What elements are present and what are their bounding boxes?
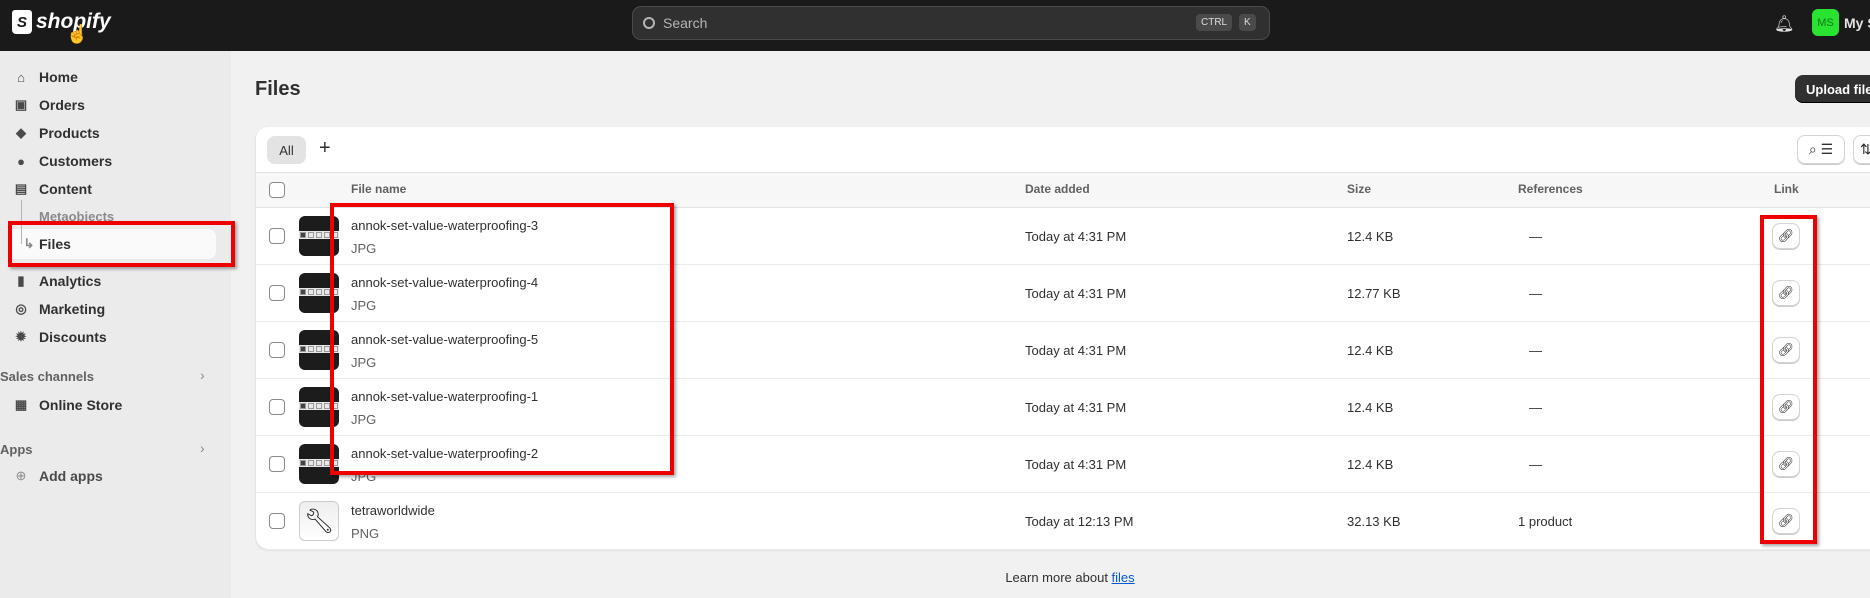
- tab-all[interactable]: All: [267, 136, 306, 164]
- bell-icon[interactable]: 🔔︎: [1774, 14, 1794, 34]
- home-icon: ⌂: [17, 69, 25, 85]
- row-checkbox[interactable]: [269, 456, 285, 472]
- sort-icon: ⇅: [1860, 141, 1870, 157]
- target-icon: ◎: [15, 301, 27, 316]
- shortcut-k: K: [1239, 14, 1256, 31]
- file-size: 12.4 KB: [1347, 229, 1394, 244]
- search-icon: [643, 17, 655, 29]
- hand-cursor-icon: ☝: [66, 24, 89, 44]
- learn-more: Learn more about files: [0, 570, 1870, 585]
- file-size: 12.4 KB: [1347, 457, 1394, 472]
- person-icon: ●: [17, 153, 25, 169]
- upload-files-button[interactable]: Upload files: [1795, 75, 1870, 103]
- chevron-right-icon[interactable]: ›: [200, 440, 205, 456]
- label: Online Store: [39, 397, 123, 413]
- file-size: 32.13 KB: [1347, 514, 1401, 529]
- sidebar-item-marketing[interactable]: ◎ Marketing: [0, 296, 231, 322]
- references[interactable]: 1 product: [1518, 514, 1572, 529]
- store-name[interactable]: My S: [1844, 15, 1870, 31]
- annotation-box-file-names: [330, 203, 674, 475]
- add-view-button[interactable]: +: [319, 137, 331, 160]
- file-type: PNG: [351, 526, 380, 541]
- date-added: Today at 4:31 PM: [1025, 229, 1127, 244]
- inbox-icon: ▣: [14, 97, 28, 112]
- files-help-link[interactable]: files: [1112, 570, 1135, 585]
- label: Products: [39, 125, 100, 141]
- row-checkbox[interactable]: [269, 399, 285, 415]
- date-added: Today at 4:31 PM: [1025, 400, 1127, 415]
- file-size: 12.4 KB: [1347, 400, 1394, 415]
- apps-heading[interactable]: Apps: [0, 442, 33, 457]
- sidebar-item-home[interactable]: ⌂ Home: [0, 64, 231, 90]
- header-file-name[interactable]: File name: [351, 182, 406, 196]
- tag-icon: ◆: [16, 125, 26, 140]
- select-all-checkbox[interactable]: [269, 182, 285, 198]
- references: —: [1529, 457, 1542, 472]
- sidebar-item-orders[interactable]: ▣ Orders: [0, 92, 231, 118]
- references: —: [1529, 343, 1542, 358]
- search-icon: ⌕: [1808, 141, 1817, 157]
- discount-icon: ✹: [15, 329, 27, 344]
- row-checkbox[interactable]: [269, 228, 285, 244]
- page-title: Files: [255, 78, 301, 100]
- search-filter-button[interactable]: ⌕ ☰: [1797, 135, 1845, 164]
- sidebar-item-online-store[interactable]: ▦ Online Store: [0, 392, 231, 418]
- sales-channels-heading[interactable]: Sales channels: [0, 369, 94, 384]
- references: —: [1529, 400, 1542, 415]
- annotation-box-files-nav: [8, 221, 235, 267]
- avatar[interactable]: MS: [1812, 9, 1839, 36]
- search-placeholder: Search: [663, 15, 708, 31]
- references: —: [1529, 286, 1542, 301]
- sidebar-item-products[interactable]: ◆ Products: [0, 120, 231, 146]
- date-added: Today at 12:13 PM: [1025, 514, 1134, 529]
- row-checkbox[interactable]: [269, 342, 285, 358]
- shortcut-ctrl: CTRL: [1196, 14, 1233, 31]
- label: Marketing: [39, 301, 106, 317]
- label: Add apps: [39, 468, 103, 484]
- plus-circle-icon: ⊕: [15, 468, 27, 483]
- chevron-right-icon[interactable]: ›: [200, 367, 205, 383]
- learn-more-text: Learn more about: [1005, 570, 1112, 585]
- search-input[interactable]: Search CTRL K: [632, 6, 1270, 40]
- date-added: Today at 4:31 PM: [1025, 343, 1127, 358]
- sidebar-item-analytics[interactable]: ▮ Analytics: [0, 268, 231, 294]
- shopify-logo[interactable]: Sshopify: [12, 10, 111, 34]
- store-icon: ▦: [14, 397, 28, 412]
- header-date-added[interactable]: Date added: [1025, 182, 1090, 196]
- label: Content: [39, 181, 92, 197]
- chart-icon: ▮: [17, 273, 25, 288]
- file-size: 12.4 KB: [1347, 343, 1394, 358]
- filter-icon: ☰: [1820, 141, 1834, 157]
- references: —: [1529, 229, 1542, 244]
- file-thumbnail[interactable]: 🔧︎: [299, 501, 339, 541]
- sidebar-item-discounts[interactable]: ✹ Discounts: [0, 324, 231, 350]
- sidebar-item-add-apps[interactable]: ⊕ Add apps: [0, 463, 231, 489]
- wrench-hand-icon: 🔧︎: [303, 507, 335, 535]
- row-checkbox[interactable]: [269, 285, 285, 301]
- label: Home: [39, 69, 78, 85]
- date-added: Today at 4:31 PM: [1025, 457, 1127, 472]
- sidebar-item-customers[interactable]: ● Customers: [0, 148, 231, 174]
- label: Analytics: [39, 273, 102, 289]
- row-checkbox[interactable]: [269, 513, 285, 529]
- label: Discounts: [39, 329, 107, 345]
- sort-button[interactable]: ⇅: [1853, 135, 1870, 164]
- file-name[interactable]: tetraworldwide: [351, 503, 435, 518]
- top-bar: Sshopify ☝ Search CTRL K 🔔︎ MS My S: [0, 0, 1870, 51]
- label: Orders: [39, 97, 85, 113]
- label: Customers: [39, 153, 113, 169]
- shopify-bag-icon: S: [12, 10, 32, 34]
- date-added: Today at 4:31 PM: [1025, 286, 1127, 301]
- header-size[interactable]: Size: [1347, 182, 1371, 196]
- annotation-box-link-buttons: [1760, 215, 1817, 544]
- image-icon: ▤: [14, 181, 28, 196]
- sidebar-item-content[interactable]: ▤ Content: [0, 176, 231, 202]
- header-link: Link: [1774, 182, 1799, 196]
- file-size: 12.77 KB: [1347, 286, 1401, 301]
- header-references: References: [1518, 182, 1583, 196]
